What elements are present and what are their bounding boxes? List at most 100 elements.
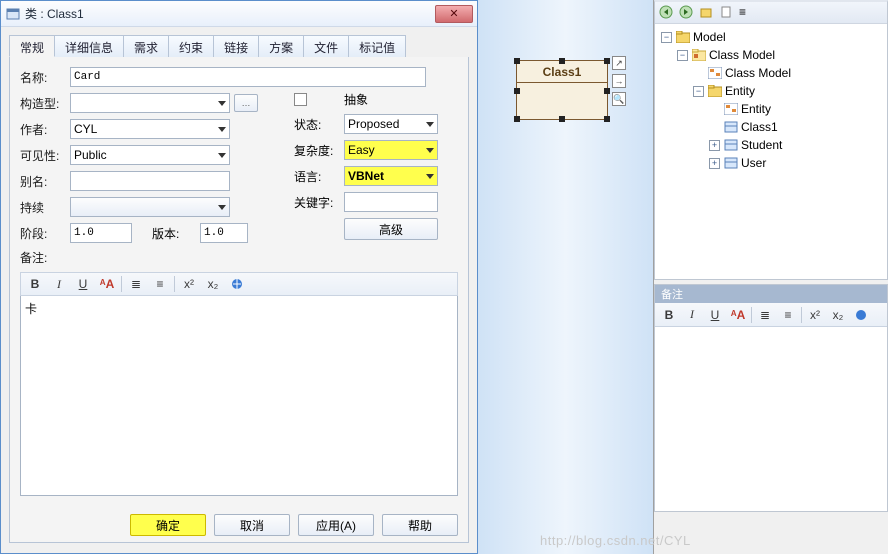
notes-editor[interactable] (655, 327, 887, 509)
version-input[interactable] (200, 223, 248, 243)
tab-link[interactable]: 链接 (213, 35, 259, 57)
chevron-down-icon (218, 101, 226, 106)
ok-button[interactable]: 确定 (130, 514, 206, 536)
hyperlink-button[interactable] (851, 305, 871, 325)
titlebar[interactable]: 类 : Class1 ✕ (1, 1, 477, 27)
resize-handle[interactable] (514, 116, 520, 122)
label-name: 名称: (20, 69, 70, 86)
tab-file[interactable]: 文件 (303, 35, 349, 57)
list-bullet-button[interactable]: ≣ (126, 274, 146, 294)
complexity-combo[interactable]: Easy (344, 140, 438, 160)
class-element[interactable]: Class1 (516, 60, 608, 120)
tab-scenario[interactable]: 方案 (258, 35, 304, 57)
toggle-icon[interactable]: − (693, 86, 704, 97)
nav-fwd-icon[interactable] (679, 5, 695, 21)
italic-button[interactable]: I (682, 305, 702, 325)
tree-node[interactable]: Class1 (657, 118, 885, 136)
close-button[interactable]: ✕ (435, 5, 473, 23)
rtf-toolbar: B I U ᴬA ≣ ≡ x² x₂ (20, 272, 458, 296)
label-visibility: 可见性: (20, 147, 70, 164)
quicklink-zoom-icon[interactable]: 🔍 (612, 92, 626, 106)
underline-button[interactable]: U (705, 305, 725, 325)
label-status: 状态: (294, 116, 344, 133)
tab-tagged[interactable]: 标记值 (348, 35, 406, 57)
separator (121, 276, 122, 292)
italic-button[interactable]: I (49, 274, 69, 294)
tree-node-label: User (741, 156, 766, 170)
tree-node-label: Entity (725, 84, 755, 98)
tab-general[interactable]: 常规 (9, 35, 55, 57)
cancel-button[interactable]: 取消 (214, 514, 290, 536)
right-column: 抽象 状态: Proposed 复杂度: Easy 语言: VBNet 关键字:… (294, 67, 438, 246)
abstract-checkbox[interactable] (294, 93, 307, 106)
tree-node[interactable]: − Class Model (657, 46, 885, 64)
chevron-down-icon (426, 122, 434, 127)
bold-button[interactable]: B (25, 274, 45, 294)
language-combo[interactable]: VBNet (344, 166, 438, 186)
phase-input[interactable] (70, 223, 132, 243)
diagram-canvas[interactable]: Class1 ↗ → 🔍 (478, 0, 654, 554)
resize-handle[interactable] (559, 58, 565, 64)
tree-node[interactable]: + User (657, 154, 885, 172)
keywords-input[interactable] (344, 192, 438, 212)
advanced-button[interactable]: 高级 (344, 218, 438, 240)
nav-back-icon[interactable] (659, 5, 675, 21)
new-item-icon[interactable] (719, 5, 735, 21)
help-button[interactable]: 帮助 (382, 514, 458, 536)
resize-handle[interactable] (514, 58, 520, 64)
stereotype-browse-button[interactable]: … (234, 94, 258, 112)
tree-node[interactable]: +Student (657, 136, 885, 154)
label-language: 语言: (294, 168, 344, 185)
quicklink-right-icon[interactable]: → (612, 74, 626, 88)
visibility-combo[interactable]: Public (70, 145, 230, 165)
bold-button[interactable]: B (659, 305, 679, 325)
resize-handle[interactable] (514, 88, 520, 94)
stereotype-combo[interactable] (70, 93, 230, 113)
tab-req[interactable]: 需求 (123, 35, 169, 57)
resize-handle[interactable] (604, 58, 610, 64)
nav-up-icon[interactable] (699, 5, 715, 21)
toggle-icon[interactable]: + (709, 158, 720, 169)
tree-node-label: Class Model (725, 66, 791, 80)
list-number-button[interactable]: ≡ (150, 274, 170, 294)
tree-node[interactable]: − Entity (657, 82, 885, 100)
subscript-button[interactable]: x₂ (828, 305, 848, 325)
font-color-button[interactable]: ᴬA (728, 305, 748, 325)
tree-node[interactable]: Entity (657, 100, 885, 118)
tree-node-model[interactable]: − Model (657, 28, 885, 46)
collapse-icon[interactable]: − (661, 32, 672, 43)
notes-panel-title: 备注 (655, 285, 887, 303)
diagram-icon (723, 102, 738, 116)
tab-constraint[interactable]: 约束 (168, 35, 214, 57)
underline-button[interactable]: U (73, 274, 93, 294)
project-tree[interactable]: − Model − Class Model Class Model − Entity En… (655, 24, 887, 176)
resize-handle[interactable] (604, 116, 610, 122)
hyperlink-button[interactable] (227, 274, 247, 294)
list-bullet-button[interactable]: ≣ (755, 305, 775, 325)
apply-button[interactable]: 应用(A) (298, 514, 374, 536)
tree-menu-icon[interactable]: ≡ (739, 5, 755, 21)
notes-editor[interactable]: 卡 (20, 296, 458, 496)
superscript-button[interactable]: x² (179, 274, 199, 294)
class-icon (723, 120, 738, 134)
quicklink-up-icon[interactable]: ↗ (612, 56, 626, 70)
tab-detail[interactable]: 详细信息 (54, 35, 124, 57)
toggle-icon[interactable]: + (709, 140, 720, 151)
author-combo[interactable]: CYL (70, 119, 230, 139)
resize-handle[interactable] (604, 88, 610, 94)
resize-handle[interactable] (559, 116, 565, 122)
alias-input[interactable] (70, 171, 230, 191)
label-remark: 备注: (20, 249, 70, 266)
status-combo[interactable]: Proposed (344, 114, 438, 134)
superscript-button[interactable]: x² (805, 305, 825, 325)
list-number-button[interactable]: ≡ (778, 305, 798, 325)
persist-combo[interactable] (70, 197, 230, 217)
tree-node-label: Class Model (709, 48, 775, 62)
separator (751, 307, 752, 323)
watermark-text: http://blog.csdn.net/CYL (540, 533, 691, 548)
tree-node[interactable]: Class Model (657, 64, 885, 82)
toggle-icon[interactable]: − (677, 50, 688, 61)
font-color-button[interactable]: ᴬA (97, 274, 117, 294)
project-browser: ≡ − Model − Class Model Class Model − Entity… (654, 0, 888, 280)
subscript-button[interactable]: x₂ (203, 274, 223, 294)
